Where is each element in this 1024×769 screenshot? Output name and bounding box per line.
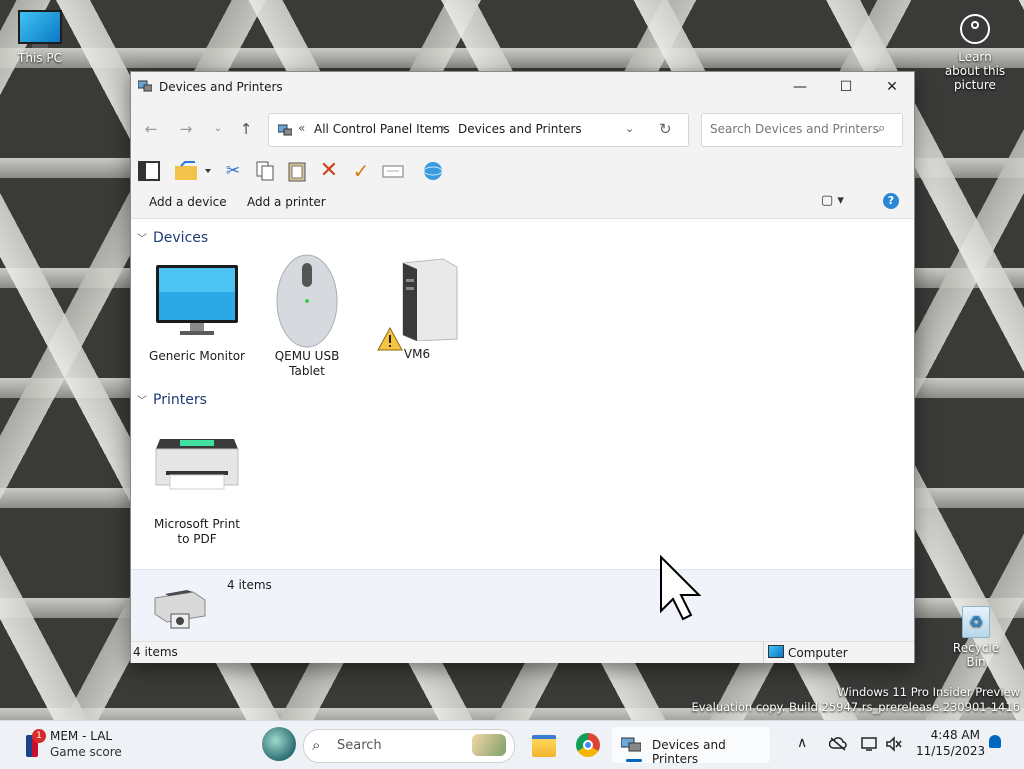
add-printer-button[interactable]: Add a printer bbox=[247, 195, 326, 209]
mouse-icon bbox=[276, 254, 338, 348]
forward-button[interactable]: → bbox=[176, 119, 196, 139]
widget-title: MEM - LAL bbox=[50, 729, 113, 743]
breadcrumb-all-control-panel-items[interactable]: All Control Panel Items bbox=[314, 122, 450, 136]
cloud-offline-icon[interactable] bbox=[829, 736, 847, 752]
taskbar-app-label: Devices and Printers bbox=[652, 738, 726, 766]
folder-icon bbox=[532, 735, 556, 757]
chrome-button[interactable] bbox=[572, 729, 604, 761]
breadcrumb-devices-and-printers[interactable]: Devices and Printers bbox=[458, 122, 582, 136]
device-item-vm6[interactable]: VM6 bbox=[367, 257, 467, 362]
printer-label: Microsoft Print to PDF bbox=[153, 517, 241, 546]
up-button[interactable]: ↑ bbox=[236, 119, 256, 139]
spotlight-icon bbox=[960, 14, 990, 44]
taskbar-search[interactable]: ⌕ Search bbox=[303, 729, 515, 763]
checkmark-icon[interactable]: ✓ bbox=[349, 160, 373, 182]
change-view-button[interactable]: ▢ ▾ bbox=[821, 193, 844, 208]
desktop-icon-this-pc[interactable]: This PC bbox=[12, 10, 68, 65]
window-title: Devices and Printers bbox=[159, 80, 283, 94]
navigation-bar: ← → ⌄ ↑ « All Control Panel Items › Devi… bbox=[131, 102, 914, 156]
recent-locations-button[interactable]: ⌄ bbox=[208, 119, 228, 139]
chevron-right-icon[interactable]: › bbox=[441, 121, 446, 135]
back-button[interactable]: ← bbox=[141, 119, 161, 139]
network-globe-icon[interactable] bbox=[421, 160, 445, 182]
windows-watermark: Windows 11 Pro Insider Preview Evaluatio… bbox=[691, 685, 1020, 714]
command-bar: Add a device Add a printer ▢ ▾ ? bbox=[131, 186, 914, 219]
monitor-icon bbox=[156, 265, 238, 335]
folder-options-icon[interactable] bbox=[173, 160, 211, 182]
add-device-button[interactable]: Add a device bbox=[149, 195, 227, 209]
devices-printers-icon bbox=[138, 80, 152, 92]
printer-icon bbox=[155, 439, 239, 490]
widgets-button[interactable]: 1 MEM - LAL Game score bbox=[26, 727, 166, 763]
properties-icon[interactable] bbox=[381, 160, 405, 182]
device-label: QEMU USB Tablet bbox=[274, 349, 340, 378]
devices-printers-icon bbox=[154, 590, 206, 629]
group-header-printers[interactable]: ﹀ Printers bbox=[137, 392, 207, 408]
volume-muted-icon[interactable] bbox=[885, 736, 903, 752]
show-hidden-icons-button[interactable]: ∧ bbox=[797, 735, 807, 751]
legacy-toolbar: ✂ ✕ ✓ bbox=[131, 156, 914, 186]
chevron-down-icon[interactable]: ⌄ bbox=[625, 122, 634, 135]
devices-printers-icon bbox=[278, 124, 292, 136]
notification-bell-icon[interactable] bbox=[989, 735, 1001, 748]
details-item-count: 4 items bbox=[227, 578, 272, 592]
desktop-icon-label: This PC bbox=[18, 51, 62, 65]
devices-and-printers-window: Devices and Printers — ☐ ✕ ← → ⌄ ↑ « All… bbox=[130, 71, 915, 663]
search-input[interactable]: Search Devices and Printers ⌕ bbox=[701, 113, 903, 147]
overflow-chevron-icon[interactable]: « bbox=[298, 121, 305, 135]
taskbar-app-devices-and-printers[interactable]: Devices and Printers bbox=[612, 727, 770, 766]
title-bar[interactable]: Devices and Printers — ☐ ✕ bbox=[131, 72, 914, 102]
network-icon[interactable] bbox=[861, 736, 879, 752]
desktop-icon-recycle-bin[interactable]: ♻ Recycle Bin bbox=[944, 606, 1008, 669]
monitor-icon bbox=[18, 10, 62, 44]
file-explorer-button[interactable] bbox=[528, 729, 560, 761]
recycle-bin-icon: ♻ bbox=[962, 606, 990, 638]
desktop-icon-learn-about[interactable]: Learn about this picture bbox=[940, 14, 1010, 92]
minimize-button[interactable]: — bbox=[777, 72, 823, 102]
status-item-count: 4 items bbox=[133, 645, 178, 659]
mouse-pointer-icon bbox=[660, 555, 702, 621]
printer-item-microsoft-print-to-pdf[interactable]: Microsoft Print to PDF bbox=[147, 427, 247, 547]
close-button[interactable]: ✕ bbox=[869, 72, 915, 102]
active-indicator bbox=[626, 759, 642, 762]
paste-icon[interactable] bbox=[285, 160, 309, 182]
clock-date: 11/15/2023 bbox=[916, 744, 986, 758]
chevron-down-icon[interactable]: ﹀ bbox=[137, 392, 147, 407]
notification-badge: 1 bbox=[32, 729, 46, 743]
clock-time: 4:48 AM bbox=[930, 728, 980, 742]
device-item-generic-monitor[interactable]: Generic Monitor bbox=[147, 261, 247, 364]
refresh-button[interactable]: ↻ bbox=[659, 120, 672, 138]
search-icon[interactable]: ⌕ bbox=[878, 121, 885, 136]
layout-pane-icon[interactable] bbox=[137, 160, 161, 182]
taskbar: 1 MEM - LAL Game score ⌕ Search Devices … bbox=[0, 720, 1024, 769]
maximize-button[interactable]: ☐ bbox=[823, 72, 869, 102]
details-pane: 4 items bbox=[131, 569, 914, 642]
taskbar-search-label: Search bbox=[337, 738, 382, 753]
devices-printers-icon bbox=[621, 737, 641, 752]
desktop-icon-label: Learn about this picture bbox=[944, 50, 1006, 92]
group-header-devices[interactable]: ﹀ Devices bbox=[137, 230, 208, 246]
help-button[interactable]: ? bbox=[883, 193, 899, 209]
chevron-down-icon[interactable]: ﹀ bbox=[137, 230, 147, 245]
content-pane: ﹀ Devices Generic Monitor QEMU USB Tablet bbox=[131, 219, 914, 569]
device-item-qemu-usb-tablet[interactable]: QEMU USB Tablet bbox=[257, 253, 357, 379]
search-icon: ⌕ bbox=[312, 736, 321, 754]
clock[interactable]: 4:48 AM 11/15/2023 bbox=[916, 727, 986, 759]
device-label: Generic Monitor bbox=[149, 349, 245, 363]
status-location: Computer bbox=[768, 645, 848, 660]
copy-icon[interactable] bbox=[253, 160, 277, 182]
desktop-icon-label: Recycle Bin bbox=[952, 641, 1000, 669]
search-highlight-image bbox=[472, 734, 506, 756]
widget-subtitle: Game score bbox=[50, 745, 122, 759]
chrome-icon bbox=[576, 733, 600, 757]
status-bar: 4 items Computer bbox=[131, 641, 914, 663]
delete-icon[interactable]: ✕ bbox=[317, 160, 341, 182]
warning-icon bbox=[377, 327, 403, 351]
search-placeholder: Search Devices and Printers bbox=[710, 122, 879, 136]
cut-icon[interactable]: ✂ bbox=[221, 160, 245, 182]
address-bar[interactable]: « All Control Panel Items › Devices and … bbox=[268, 113, 689, 147]
start-button[interactable] bbox=[262, 727, 296, 761]
computer-icon bbox=[768, 645, 784, 658]
